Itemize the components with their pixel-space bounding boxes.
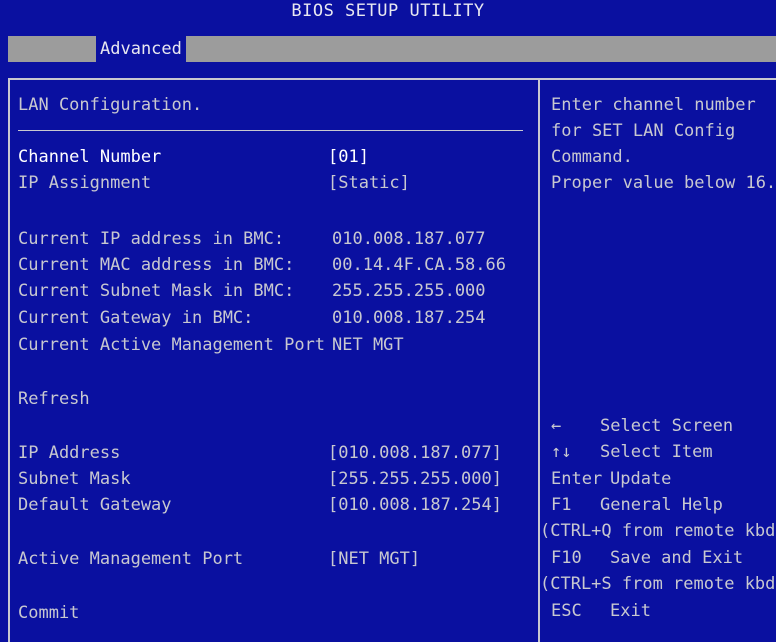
info-mac-value: 00.14.4F.CA.58.66: [332, 255, 506, 275]
info-subnet-value: 255.255.255.000: [332, 281, 486, 301]
key-help-desc: Save and Exit: [610, 548, 744, 568]
info-mac-label: Current MAC address in BMC:: [18, 255, 295, 275]
key-help-desc: (CTRL+S from remote kbd): [540, 574, 776, 594]
up-down-arrows-icon: ↑↓: [551, 442, 572, 462]
left-arrow-icon: ←: [551, 416, 562, 436]
key-help-key: F1: [551, 495, 572, 515]
info-port-value: NET MGT: [332, 335, 404, 355]
key-help-desc: Update: [610, 469, 672, 489]
channel-number-value[interactable]: [01]: [328, 146, 369, 168]
ip-assignment-value[interactable]: [Static]: [328, 172, 410, 194]
key-help-desc: Select Screen: [600, 416, 734, 436]
info-gateway-label: Current Gateway in BMC:: [18, 308, 254, 328]
window-title: BIOS SETUP UTILITY: [0, 0, 776, 22]
info-ip-value: 010.008.187.077: [332, 229, 486, 249]
info-subnet-label: Current Subnet Mask in BMC:: [18, 281, 295, 301]
default-gateway-value[interactable]: [010.008.187.254]: [328, 494, 502, 516]
active-mgmt-port-label[interactable]: Active Management Port: [18, 548, 243, 570]
ip-assignment-label[interactable]: IP Assignment: [18, 172, 151, 194]
active-mgmt-port-value[interactable]: [NET MGT]: [328, 548, 420, 570]
channel-number-label[interactable]: Channel Number: [18, 146, 161, 168]
help-line: Proper value below 16.: [551, 173, 776, 193]
section-divider: [18, 130, 523, 131]
key-help-desc: Exit: [610, 601, 651, 621]
subnet-mask-label[interactable]: Subnet Mask: [18, 468, 131, 490]
info-gateway-value: 010.008.187.254: [332, 308, 486, 328]
key-help-key: F10: [551, 548, 582, 568]
ip-address-label[interactable]: IP Address: [18, 442, 120, 464]
key-help-key: Enter: [551, 469, 603, 489]
key-help-key: ESC: [551, 601, 582, 621]
help-line: Enter channel number: [551, 95, 756, 115]
help-line: Command.: [551, 147, 633, 167]
ip-address-value[interactable]: [010.008.187.077]: [328, 442, 502, 464]
help-line: for SET LAN Config: [551, 121, 736, 141]
info-port-label: Current Active Management Port: [18, 335, 326, 355]
key-help-desc: General Help: [600, 495, 723, 515]
key-help-desc: (CTRL+Q from remote kbd): [540, 521, 776, 541]
default-gateway-label[interactable]: Default Gateway: [18, 494, 172, 516]
commit-item[interactable]: Commit: [18, 602, 79, 624]
key-help-desc: Select Item: [600, 442, 713, 462]
panel-divider: [538, 78, 540, 642]
subnet-mask-value[interactable]: [255.255.255.000]: [328, 468, 502, 490]
tab-advanced[interactable]: Advanced: [96, 36, 186, 62]
section-title: LAN Configuration.: [18, 95, 203, 115]
menu-bar: Advanced: [8, 36, 776, 62]
info-ip-label: Current IP address in BMC:: [18, 229, 285, 249]
refresh-item[interactable]: Refresh: [18, 388, 90, 410]
